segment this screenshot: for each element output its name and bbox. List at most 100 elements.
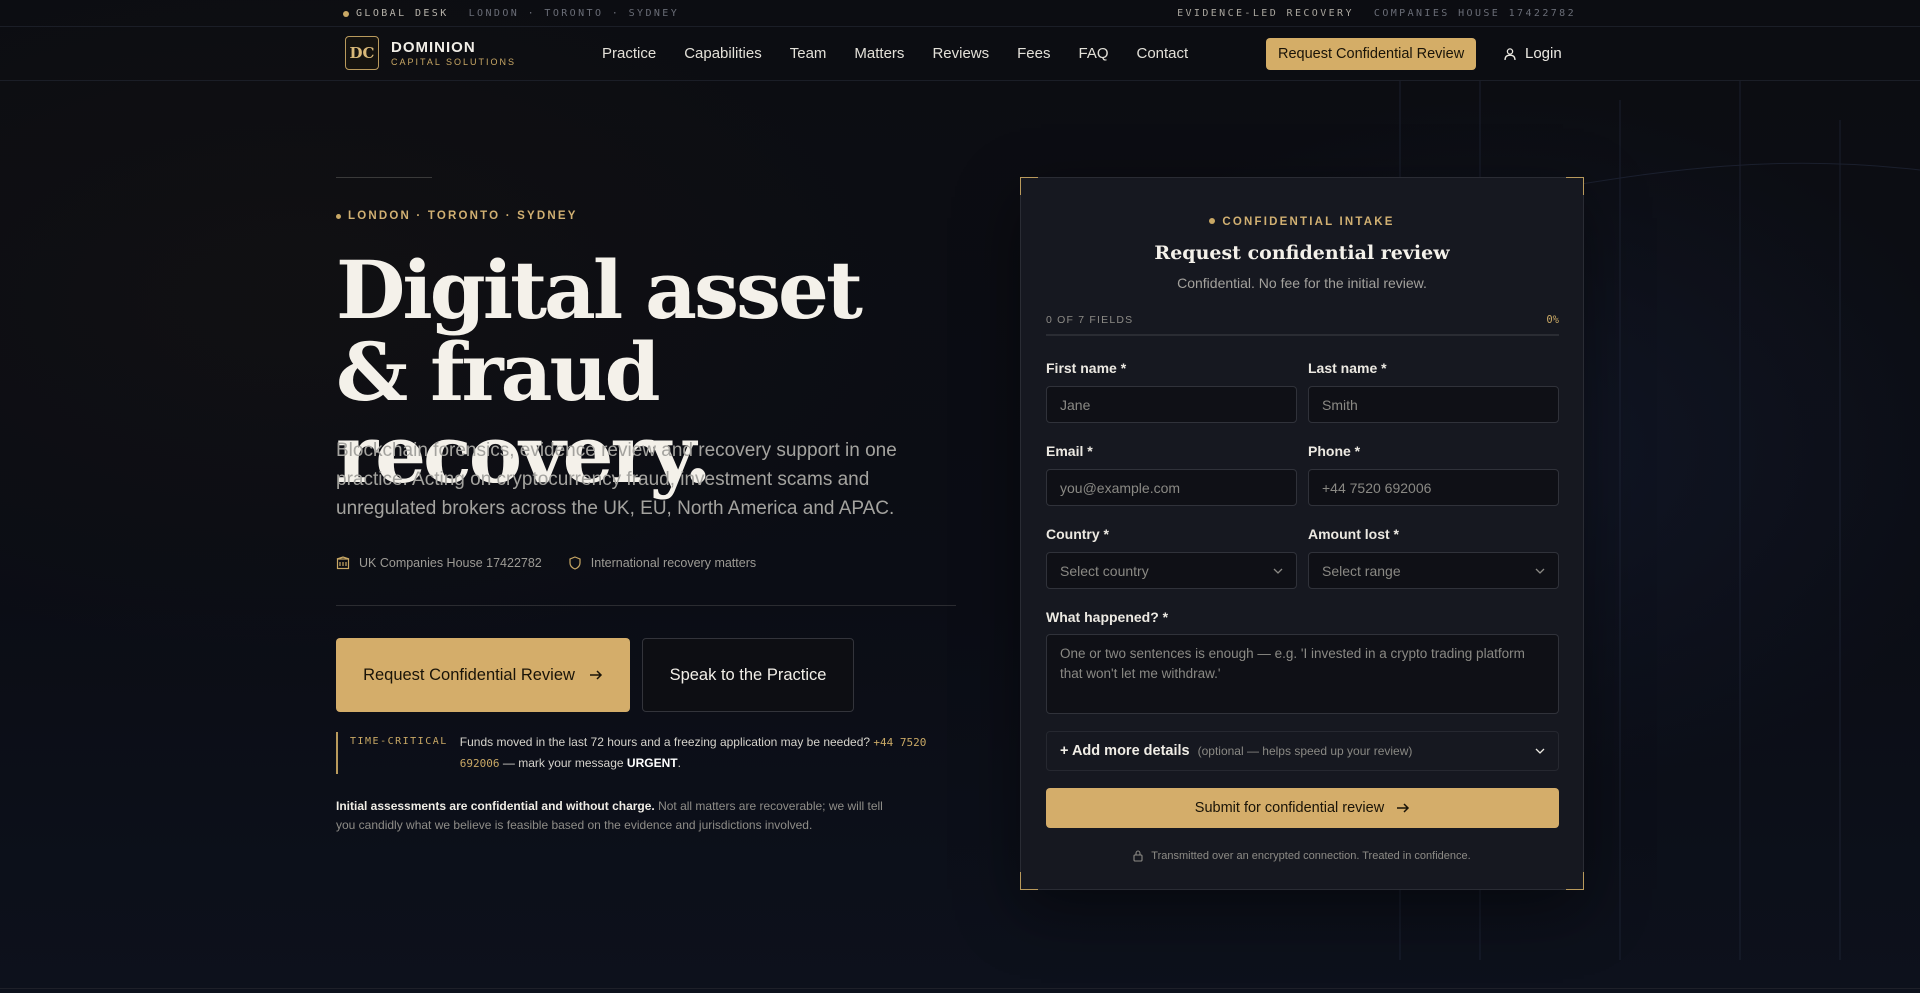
time-critical-mid: — mark your message [499, 756, 627, 770]
corner-accent [1566, 872, 1584, 890]
topbar-companies-house: COMPANIES HOUSE 17422782 [1373, 8, 1576, 19]
user-icon [1504, 47, 1516, 60]
first-name-label: First name * [1046, 360, 1127, 376]
badge-1-text: UK Companies House 17422782 [359, 556, 542, 570]
progress-percent: 0% [1546, 314, 1559, 326]
amount-label: Amount lost * [1308, 526, 1399, 542]
nav-request-review-button[interactable]: Request Confidential Review [1266, 38, 1477, 70]
arrow-right-icon [1397, 803, 1410, 813]
status-dot [343, 10, 349, 17]
logo-monogram: DC [345, 36, 379, 70]
form-eyebrow-text: CONFIDENTIAL INTAKE [1222, 216, 1395, 228]
time-critical-label: TIME-CRITICAL [350, 736, 448, 747]
progress-label: 0 OF 7 FIELDS [1046, 314, 1134, 326]
hero-divider-top [336, 177, 432, 178]
nav-menu: Practice Capabilities Team Matters Revie… [602, 45, 1188, 62]
badge-2-text: International recovery matters [590, 556, 757, 570]
nav-item-contact[interactable]: Contact [1137, 45, 1189, 62]
nav-item-reviews[interactable]: Reviews [932, 45, 989, 62]
page-bottom-divider [0, 988, 1920, 989]
hero-eyebrow-text: LONDON · TORONTO · SYDNEY [348, 210, 578, 222]
country-select-value: Select country [1060, 562, 1149, 579]
headline-line-1: Digital asset [336, 243, 863, 337]
urgent-keyword: URGENT [626, 756, 678, 770]
secure-note-text: Transmitted over an encrypted connection… [1151, 850, 1471, 862]
country-select[interactable]: Select country [1046, 552, 1297, 589]
eyebrow-dot [1209, 217, 1216, 224]
brand-tagline: CAPITAL SOLUTIONS [391, 57, 517, 67]
brand-name: DOMINION [391, 39, 476, 56]
login-link[interactable]: Login [1503, 45, 1562, 62]
add-more-details-toggle[interactable]: + Add more details (optional — helps spe… [1046, 731, 1559, 771]
country-field: Country * Select country [1046, 526, 1297, 589]
international-badge: International recovery matters [568, 556, 756, 570]
form-subtitle: Confidential. No fee for the initial rev… [1177, 275, 1427, 291]
global-desk-label: GLOBAL DESK [343, 8, 449, 19]
phone-field: Phone * [1308, 443, 1559, 506]
time-critical-pre: Funds moved in the last 72 hours and a f… [459, 735, 874, 749]
form-eyebrow: CONFIDENTIAL INTAKE [1021, 216, 1583, 228]
nav-item-fees[interactable]: Fees [1017, 45, 1050, 62]
chevron-down-icon [1535, 748, 1545, 754]
what-happened-textarea[interactable]: One or two sentences is enough — e.g. 'I… [1046, 634, 1559, 714]
hero-request-review-button[interactable]: Request Confidential Review [336, 638, 630, 712]
corner-accent [1566, 177, 1584, 195]
more-optional-note: (optional — helps speed up your review) [1197, 744, 1413, 758]
email-label: Email * [1046, 443, 1093, 459]
hero-badges: UK Companies House 17422782 Internationa… [336, 556, 756, 570]
time-critical-notice: TIME-CRITICAL Funds moved in the last 72… [336, 732, 936, 774]
submit-button[interactable]: Submit for confidential review [1046, 788, 1559, 828]
phone-label: Phone * [1308, 443, 1361, 459]
first-name-input[interactable] [1046, 386, 1297, 423]
login-label: Login [1525, 45, 1562, 62]
topbar-evidence: EVIDENCE-LED RECOVERY [1177, 8, 1354, 19]
primary-cta-label: Request Confidential Review [363, 665, 575, 684]
main-nav: DC DOMINION CAPITAL SOLUTIONS Practice C… [0, 27, 1920, 81]
shield-icon [569, 556, 581, 570]
corner-accent [1020, 177, 1038, 195]
chevron-down-icon [1535, 568, 1545, 574]
time-critical-end: . [677, 756, 681, 770]
more-label: + Add more details [1060, 743, 1190, 759]
chevron-down-icon [1273, 568, 1283, 574]
building-icon [336, 556, 350, 570]
nav-item-faq[interactable]: FAQ [1078, 45, 1108, 62]
assess-bold: Initial assessments are confidential and… [336, 799, 655, 813]
hero-lede: Blockchain forensics, evidence review an… [336, 440, 897, 519]
first-name-field: First name * [1046, 360, 1297, 423]
submit-label: Submit for confidential review [1194, 800, 1385, 816]
amount-select[interactable]: Select range [1308, 552, 1559, 589]
lock-icon [1133, 850, 1143, 862]
intake-form-card: CONFIDENTIAL INTAKE Request confidential… [1020, 177, 1584, 890]
logo[interactable]: DC DOMINION CAPITAL SOLUTIONS [345, 36, 516, 70]
global-desk-text: GLOBAL DESK [356, 8, 449, 19]
last-name-field: Last name * [1308, 360, 1559, 423]
assessment-disclaimer: Initial assessments are confidential and… [336, 797, 896, 835]
form-title: Request confidential review [1154, 242, 1450, 264]
email-input[interactable] [1046, 469, 1297, 506]
amount-select-value: Select range [1322, 562, 1401, 579]
nav-item-capabilities[interactable]: Capabilities [684, 45, 762, 62]
utility-bar: GLOBAL DESK LONDON · TORONTO · SYDNEY EV… [0, 0, 1920, 27]
progress-bar [1046, 334, 1559, 336]
speak-to-practice-button[interactable]: Speak to the Practice [642, 638, 854, 712]
hero-divider [336, 605, 956, 606]
last-name-label: Last name * [1308, 360, 1387, 376]
arrow-right-icon [589, 670, 602, 680]
phone-input[interactable] [1308, 469, 1559, 506]
corner-accent [1020, 872, 1038, 890]
nav-item-team[interactable]: Team [790, 45, 827, 62]
secure-note: Transmitted over an encrypted connection… [1021, 850, 1583, 862]
what-happened-label: What happened? * [1046, 609, 1169, 625]
nav-item-matters[interactable]: Matters [854, 45, 904, 62]
hero-eyebrow: LONDON · TORONTO · SYDNEY [336, 210, 578, 222]
companies-house-badge: UK Companies House 17422782 [336, 556, 542, 570]
eyebrow-dot [336, 213, 341, 219]
amount-field: Amount lost * Select range [1308, 526, 1559, 589]
country-label: Country * [1046, 526, 1109, 542]
email-field: Email * [1046, 443, 1297, 506]
time-critical-text: Funds moved in the last 72 hours and a f… [460, 732, 930, 774]
topbar-locations: LONDON · TORONTO · SYDNEY [468, 8, 680, 19]
last-name-input[interactable] [1308, 386, 1559, 423]
nav-item-practice[interactable]: Practice [602, 45, 656, 62]
